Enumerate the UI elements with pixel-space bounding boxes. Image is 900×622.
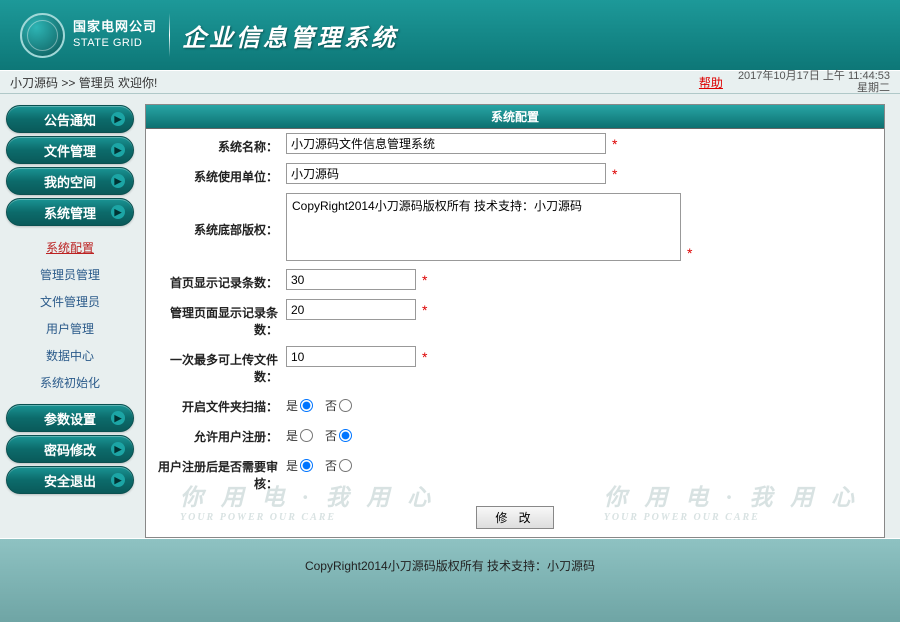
datetime-block: 2017年10月17日 上午 11:44:53 星期二 (738, 70, 890, 94)
breadcrumb-role: 管理员 (79, 76, 115, 90)
chevron-right-icon: ▶ (111, 473, 125, 487)
breadcrumb-root: 小刀源码 (10, 76, 58, 90)
content-area: 系统配置 系统名称： * 系统使用单位： * 系统底部版权： * 首页显示记录条… (140, 94, 900, 538)
nav-item-file-manage[interactable]: 文件管理▶ (6, 136, 134, 164)
company-logo-icon (20, 13, 65, 58)
home-records-input[interactable] (286, 269, 416, 290)
required-star-icon: * (687, 245, 692, 261)
nav-item-safe-logout[interactable]: 安全退出▶ (6, 466, 134, 494)
allow-register-no-radio[interactable] (339, 429, 352, 442)
required-star-icon: * (422, 302, 427, 318)
allow-register-yes-radio[interactable] (300, 429, 313, 442)
sidebar-nav: 公告通知▶ 文件管理▶ 我的空间▶ 系统管理▶ 系统配置 管理员管理 文件管理员… (0, 94, 140, 538)
footer-copyright: CopyRight2014小刀源码版权所有 技术支持：小刀源码 (305, 557, 595, 574)
chevron-right-icon: ▶ (111, 143, 125, 157)
chevron-right-icon: ▶ (111, 411, 125, 425)
sub-item-file-admin[interactable]: 文件管理员 (0, 288, 140, 315)
label-allow-register: 允许用户注册： (156, 423, 286, 445)
org-name-en: STATE GRID (73, 36, 157, 50)
logo-block: 国家电网公司 STATE GRID (20, 13, 157, 58)
nav-item-param-settings[interactable]: 参数设置▶ (6, 404, 134, 432)
app-header: 国家电网公司 STATE GRID 企业信息管理系统 (0, 0, 900, 70)
file-scan-no-radio[interactable] (339, 399, 352, 412)
sub-item-system-config[interactable]: 系统配置 (0, 234, 140, 261)
breadcrumb: 小刀源码 >> 管理员 欢迎你! (10, 74, 699, 91)
register-audit-yes-radio[interactable] (300, 459, 313, 472)
system-config-panel: 系统配置 系统名称： * 系统使用单位： * 系统底部版权： * 首页显示记录条… (145, 104, 885, 538)
sub-item-admin-manage[interactable]: 管理员管理 (0, 261, 140, 288)
divider (169, 13, 170, 57)
help-link[interactable]: 帮助 (699, 74, 723, 91)
weekday-text: 星期二 (738, 82, 890, 94)
submit-button[interactable]: 修 改 (476, 506, 553, 529)
nav-item-announcements[interactable]: 公告通知▶ (6, 105, 134, 133)
chevron-right-icon: ▶ (111, 112, 125, 126)
label-admin-records: 管理页面显示记录条数： (156, 299, 286, 338)
sub-item-user-manage[interactable]: 用户管理 (0, 315, 140, 342)
copyright-textarea[interactable] (286, 193, 681, 261)
breadcrumb-bar: 小刀源码 >> 管理员 欢迎你! 帮助 2017年10月17日 上午 11:44… (0, 70, 900, 94)
datetime-text: 2017年10月17日 上午 11:44:53 (738, 70, 890, 82)
page-footer: CopyRight2014小刀源码版权所有 技术支持：小刀源码 (0, 538, 900, 622)
register-audit-no-radio[interactable] (339, 459, 352, 472)
sub-item-system-init[interactable]: 系统初始化 (0, 369, 140, 396)
label-system-org: 系统使用单位： (156, 163, 286, 185)
panel-title: 系统配置 (146, 105, 884, 129)
label-file-scan: 开启文件夹扫描： (156, 393, 286, 415)
system-name-input[interactable] (286, 133, 606, 154)
label-max-upload: 一次最多可上传文件数： (156, 346, 286, 385)
chevron-right-icon: ▶ (111, 442, 125, 456)
label-register-audit: 用户注册后是否需要审核： (156, 453, 286, 492)
label-home-records: 首页显示记录条数： (156, 269, 286, 291)
sub-item-data-center[interactable]: 数据中心 (0, 342, 140, 369)
system-title: 企业信息管理系统 (182, 18, 398, 53)
max-upload-input[interactable] (286, 346, 416, 367)
nav-item-change-password[interactable]: 密码修改▶ (6, 435, 134, 463)
nav-item-my-space[interactable]: 我的空间▶ (6, 167, 134, 195)
chevron-right-icon: ▶ (111, 205, 125, 219)
chevron-right-icon: ▶ (111, 174, 125, 188)
file-scan-yes-radio[interactable] (300, 399, 313, 412)
sub-nav: 系统配置 管理员管理 文件管理员 用户管理 数据中心 系统初始化 (0, 229, 140, 401)
required-star-icon: * (422, 349, 427, 365)
org-name-cn: 国家电网公司 (73, 19, 157, 36)
required-star-icon: * (422, 272, 427, 288)
required-star-icon: * (612, 166, 617, 182)
admin-records-input[interactable] (286, 299, 416, 320)
label-copyright: 系统底部版权： (156, 216, 286, 238)
required-star-icon: * (612, 136, 617, 152)
nav-item-system-manage[interactable]: 系统管理▶ (6, 198, 134, 226)
label-system-name: 系统名称： (156, 133, 286, 155)
system-org-input[interactable] (286, 163, 606, 184)
